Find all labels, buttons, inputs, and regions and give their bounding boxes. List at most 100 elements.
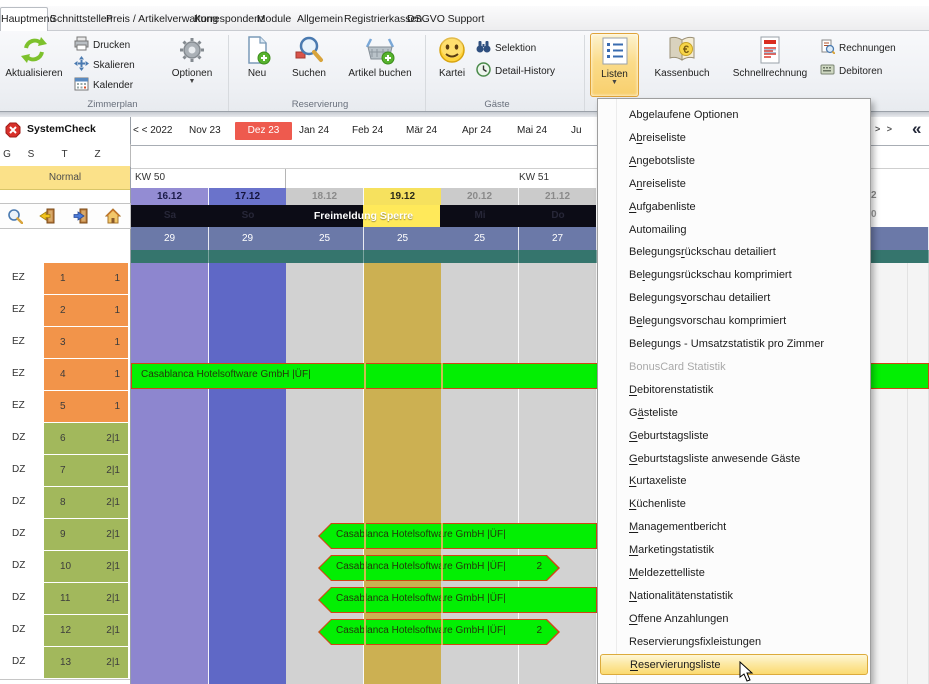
- room-cell-4[interactable]: 41: [44, 359, 128, 390]
- menu-item-angebotsliste[interactable]: Angebotsliste: [600, 150, 868, 172]
- tab-allgemein[interactable]: Allgemein: [297, 8, 341, 30]
- month-feb-24[interactable]: Feb 24: [352, 122, 394, 140]
- room-cell-1[interactable]: 11: [44, 263, 128, 294]
- kartei-button[interactable]: Kartei: [430, 33, 474, 95]
- room-cell-2[interactable]: 21: [44, 295, 128, 326]
- date-header-19-12[interactable]: 19.12: [364, 188, 442, 205]
- suchen-button[interactable]: Suchen: [282, 33, 336, 95]
- menu-item-abgelaufene-optionen[interactable]: Abgelaufene Optionen: [600, 104, 868, 126]
- menu-item-bonuscard-statistik[interactable]: BonusCard Statistik: [600, 356, 868, 378]
- room-cell-8[interactable]: 82|1: [44, 487, 128, 518]
- menu-item-debitorenstatistik[interactable]: Debitorenstatistik: [600, 379, 868, 401]
- drucken-button[interactable]: Drucken: [74, 36, 130, 55]
- reservation-bar-room-9[interactable]: Casablanca Hotelsoftware GmbH |ÜF|: [318, 523, 597, 549]
- menu-item-anreiseliste[interactable]: Anreiseliste: [600, 173, 868, 195]
- month-2022[interactable]: < < 2022: [133, 122, 179, 140]
- tab-korrespondenz[interactable]: Korrespondenz: [194, 8, 250, 30]
- date-header-16-12[interactable]: 16.12: [131, 188, 209, 205]
- tab-hauptmenü[interactable]: Hauptmenü: [0, 7, 48, 31]
- menu-item-reservierungsliste[interactable]: Reservierungsliste: [600, 654, 868, 675]
- menu-item-marketingstatistik[interactable]: Marketingstatistik: [600, 539, 868, 561]
- reservation-bar-room-12[interactable]: Casablanca Hotelsoftware GmbH |ÜF|2: [318, 619, 560, 645]
- menu-item-geburtstagsliste[interactable]: Geburtstagsliste: [600, 425, 868, 447]
- reservation-bar-room-10[interactable]: Casablanca Hotelsoftware GmbH |ÜF|2: [318, 555, 560, 581]
- room-cell-9[interactable]: 92|1: [44, 519, 128, 550]
- kalender-label: Kalender: [93, 80, 133, 91]
- listen-button[interactable]: Listen▼: [590, 33, 639, 97]
- day-column-17-12[interactable]: [209, 263, 287, 684]
- menu-item-belegungs-umsatzstatistik-pro-zimmer[interactable]: Belegungs - Umsatzstatistik pro Zimmer: [600, 333, 868, 355]
- room-cell-6[interactable]: 62|1: [44, 423, 128, 454]
- menu-item-belegungsrückschau-detailiert[interactable]: Belegungsrückschau detailiert: [600, 241, 868, 263]
- room-cell-3[interactable]: 31: [44, 327, 128, 358]
- room-cell-12[interactable]: 122|1: [44, 615, 128, 646]
- check-out-button[interactable]: [63, 203, 97, 229]
- menu-item-managementbericht[interactable]: Managementbericht: [600, 516, 868, 538]
- room-type-label: DZ: [12, 624, 25, 635]
- menu-item-belegungsvorschau-detailiert[interactable]: Belegungsvorschau detailiert: [600, 287, 868, 309]
- menu-item-aufgabenliste[interactable]: Aufgabenliste: [600, 196, 868, 218]
- check-in-button[interactable]: [30, 203, 64, 229]
- detail-history-button[interactable]: Detail-History: [476, 62, 555, 81]
- next-months-button[interactable]: > >: [875, 124, 894, 134]
- room-cell-10[interactable]: 102|1: [44, 551, 128, 582]
- tab-dsgvo[interactable]: DSGVO: [407, 8, 443, 30]
- date-header-21-12[interactable]: 21.12: [519, 188, 597, 205]
- invoice-icon: [755, 35, 785, 65]
- invoice-search-icon: [820, 39, 835, 54]
- kassenbuch-button[interactable]: €Kassenbuch: [644, 33, 720, 95]
- schnellrechnung-button[interactable]: Schnellrechnung: [724, 33, 816, 95]
- artikel-buchen-button[interactable]: Artikel buchen: [338, 33, 422, 95]
- date-header-17-12[interactable]: 17.12: [209, 188, 287, 205]
- kassenbuch-label: Kassenbuch: [644, 68, 720, 79]
- month-ju[interactable]: Ju: [571, 122, 589, 140]
- month-mai-24[interactable]: Mai 24: [517, 122, 557, 140]
- home-button[interactable]: [96, 203, 131, 229]
- month-mär-24[interactable]: Mär 24: [406, 122, 450, 140]
- menu-item-reservierungsfixleistungen[interactable]: Reservierungsfixleistungen: [600, 631, 868, 653]
- tab-schnittstellen[interactable]: Schnittstellen: [50, 8, 102, 30]
- menu-item-automailing[interactable]: Automailing: [600, 219, 868, 241]
- menu-item-abreiseliste[interactable]: Abreiseliste: [600, 127, 868, 149]
- system-check-row[interactable]: SystemCheck: [0, 117, 130, 145]
- month-apr-24[interactable]: Apr 24: [462, 122, 504, 140]
- menu-item-nationalitätenstatistik[interactable]: Nationalitätenstatistik: [600, 585, 868, 607]
- category-selector-normal[interactable]: Normal: [0, 166, 130, 190]
- menu-item-geburtstagsliste-anwesende-gäste[interactable]: Geburtstagsliste anwesende Gäste: [600, 448, 868, 470]
- tab-registrierkassen[interactable]: Registrierkassen: [344, 8, 402, 30]
- menu-item-belegungsrückschau-komprimiert[interactable]: Belegungsrückschau komprimiert: [600, 264, 868, 286]
- month-nov-23[interactable]: Nov 23: [189, 122, 229, 140]
- tab-support[interactable]: Support: [447, 8, 485, 30]
- date-header-18-12[interactable]: 18.12: [286, 188, 364, 205]
- tab-module[interactable]: Module: [256, 8, 292, 30]
- rechnungen-button[interactable]: Rechnungen: [820, 39, 896, 58]
- menu-item-offene-anzahlungen[interactable]: Offene Anzahlungen: [600, 608, 868, 630]
- menu-item-saldenliste[interactable]: Saldenliste: [600, 677, 868, 684]
- debitoren-button[interactable]: Debitoren: [820, 62, 882, 81]
- room-search-button[interactable]: [0, 203, 31, 229]
- menu-item-belegungsvorschau-komprimiert[interactable]: Belegungsvorschau komprimiert: [600, 310, 868, 332]
- reservation-bar-room-11[interactable]: Casablanca Hotelsoftware GmbH |ÜF|: [318, 587, 597, 613]
- month-jan-24[interactable]: Jan 24: [299, 122, 339, 140]
- room-cell-5[interactable]: 51: [44, 391, 128, 422]
- date-header-20-12[interactable]: 20.12: [441, 188, 519, 205]
- selektion-button[interactable]: Selektion: [476, 39, 536, 58]
- room-cell-11[interactable]: 112|1: [44, 583, 128, 614]
- skalieren-button[interactable]: Skalieren: [74, 56, 135, 75]
- room-cell-13[interactable]: 132|1: [44, 647, 128, 678]
- menu-item-küchenliste[interactable]: Küchenliste: [600, 493, 868, 515]
- month-dez-23[interactable]: Dez 23: [235, 122, 292, 140]
- check-in-icon: [39, 211, 55, 228]
- tab-preis-artikelverwaltung[interactable]: Preis / Artikelverwaltung: [106, 8, 188, 30]
- neu-button[interactable]: Neu: [236, 33, 278, 95]
- room-filter-column-spacer: [114, 144, 131, 167]
- menu-item-kurtaxeliste[interactable]: Kurtaxeliste: [600, 470, 868, 492]
- optionen-button[interactable]: Optionen▼: [162, 33, 222, 95]
- menu-item-meldezettelliste[interactable]: Meldezettelliste: [600, 562, 868, 584]
- day-column-16-12[interactable]: [131, 263, 209, 684]
- aktualisieren-button[interactable]: Aktualisieren: [2, 33, 66, 95]
- kalender-button[interactable]: Kalender: [74, 76, 133, 95]
- collapse-panel-icon[interactable]: «: [912, 119, 921, 139]
- room-cell-7[interactable]: 72|1: [44, 455, 128, 486]
- menu-item-gästeliste[interactable]: Gästeliste: [600, 402, 868, 424]
